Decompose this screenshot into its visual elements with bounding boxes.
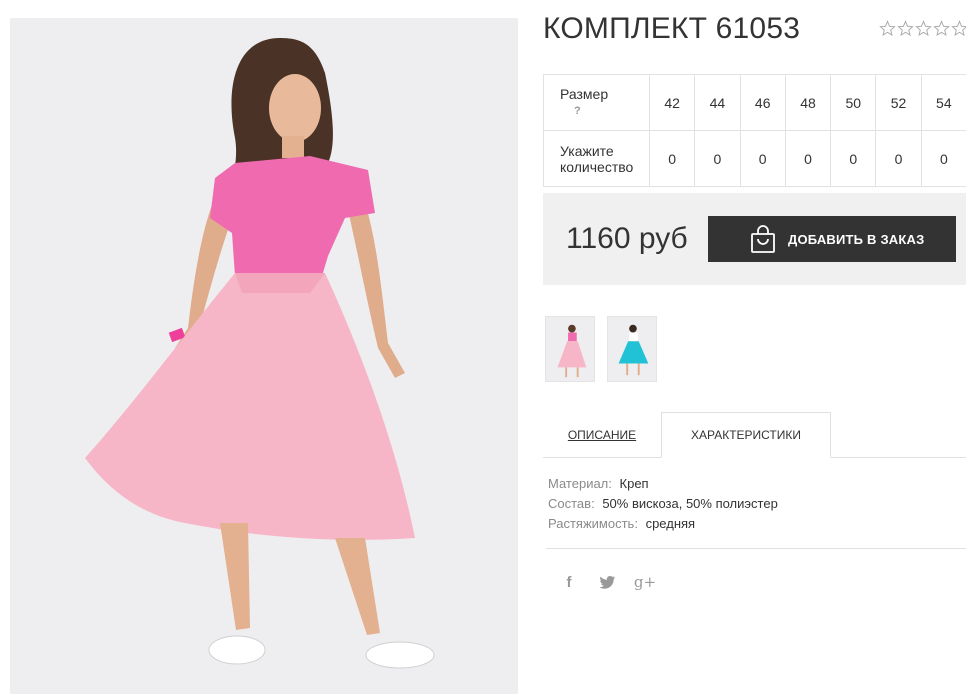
- quantity-input[interactable]: 0: [648, 130, 696, 187]
- spec-row-stretch: Растяжимость: средняя: [548, 514, 778, 534]
- quantity-input[interactable]: 0: [830, 130, 877, 187]
- main-product-photo[interactable]: [10, 18, 518, 694]
- size-cell: 54: [920, 74, 966, 131]
- star-icon[interactable]: [933, 20, 950, 37]
- star-icon[interactable]: [897, 20, 914, 37]
- spec-value: средняя: [645, 516, 696, 531]
- quantity-label-line2: количество: [560, 158, 634, 175]
- size-cell: 52: [875, 74, 922, 131]
- spec-row-material: Материал: Креп: [548, 474, 778, 494]
- size-cell: 50: [830, 74, 877, 131]
- size-quantity-table: Размер ? 42 44 46 48 50 52 54 Укажите ко…: [543, 74, 966, 187]
- quantity-input[interactable]: 0: [784, 130, 832, 187]
- rating-stars[interactable]: [879, 20, 966, 37]
- spec-key: Материал:: [548, 476, 612, 491]
- product-price: 1160 руб: [566, 222, 688, 255]
- quantity-row: Укажите количество 0 0 0 0 0 0 0: [543, 130, 966, 187]
- price-box: 1160 руб ДОБАВИТЬ В ЗАКАЗ: [543, 193, 966, 285]
- size-cell: 44: [694, 74, 741, 131]
- star-icon[interactable]: [951, 20, 966, 37]
- tab-description[interactable]: ОПИСАНИЕ: [543, 412, 661, 458]
- size-row: Размер ? 42 44 46 48 50 52 54: [543, 74, 966, 131]
- divider: [546, 548, 966, 549]
- google-plus-icon[interactable]: g+: [634, 573, 656, 591]
- spec-key: Состав:: [548, 496, 595, 511]
- quantity-label-cell: Укажите количество: [543, 130, 650, 187]
- size-help-icon[interactable]: ?: [560, 103, 649, 119]
- facebook-icon[interactable]: f: [560, 573, 578, 591]
- spec-value: 50% вискоза, 50% полиэстер: [602, 496, 778, 511]
- spec-key: Растяжимость:: [548, 516, 638, 531]
- quantity-label-line1: Укажите: [560, 142, 614, 159]
- product-tabs: ОПИСАНИЕ ХАРАКТЕРИСТИКИ: [543, 412, 966, 458]
- shopping-bag-icon: [751, 225, 775, 253]
- thumbnail-pink[interactable]: [545, 316, 595, 382]
- twitter-icon[interactable]: [598, 573, 616, 591]
- add-to-order-label: ДОБАВИТЬ В ЗАКАЗ: [788, 231, 925, 247]
- spec-row-composition: Состав: 50% вискоза, 50% полиэстер: [548, 494, 778, 514]
- spec-value: Креп: [619, 476, 649, 491]
- quantity-input[interactable]: 0: [875, 130, 922, 187]
- pink-dress-thumbnail-icon: [546, 317, 594, 381]
- social-share: f g+: [560, 573, 657, 591]
- thumbnail-turquoise[interactable]: [607, 316, 657, 382]
- star-icon[interactable]: [915, 20, 932, 37]
- size-label: Размер: [560, 86, 609, 102]
- quantity-input[interactable]: 0: [694, 130, 741, 187]
- size-label-cell: Размер ?: [543, 74, 650, 131]
- size-cell: 48: [784, 74, 832, 131]
- star-icon[interactable]: [879, 20, 896, 37]
- size-cell: 42: [648, 74, 696, 131]
- product-title: КОМПЛЕКТ 61053: [543, 12, 801, 45]
- tab-characteristics[interactable]: ХАРАКТЕРИСТИКИ: [661, 412, 831, 458]
- turquoise-skirt-thumbnail-icon: [608, 317, 656, 381]
- model-illustration: [10, 18, 518, 694]
- quantity-input[interactable]: 0: [920, 130, 966, 187]
- characteristics-list: Материал: Креп Состав: 50% вискоза, 50% …: [548, 474, 778, 534]
- quantity-input[interactable]: 0: [739, 130, 786, 187]
- size-cell: 46: [739, 74, 786, 131]
- add-to-order-button[interactable]: ДОБАВИТЬ В ЗАКАЗ: [708, 216, 956, 262]
